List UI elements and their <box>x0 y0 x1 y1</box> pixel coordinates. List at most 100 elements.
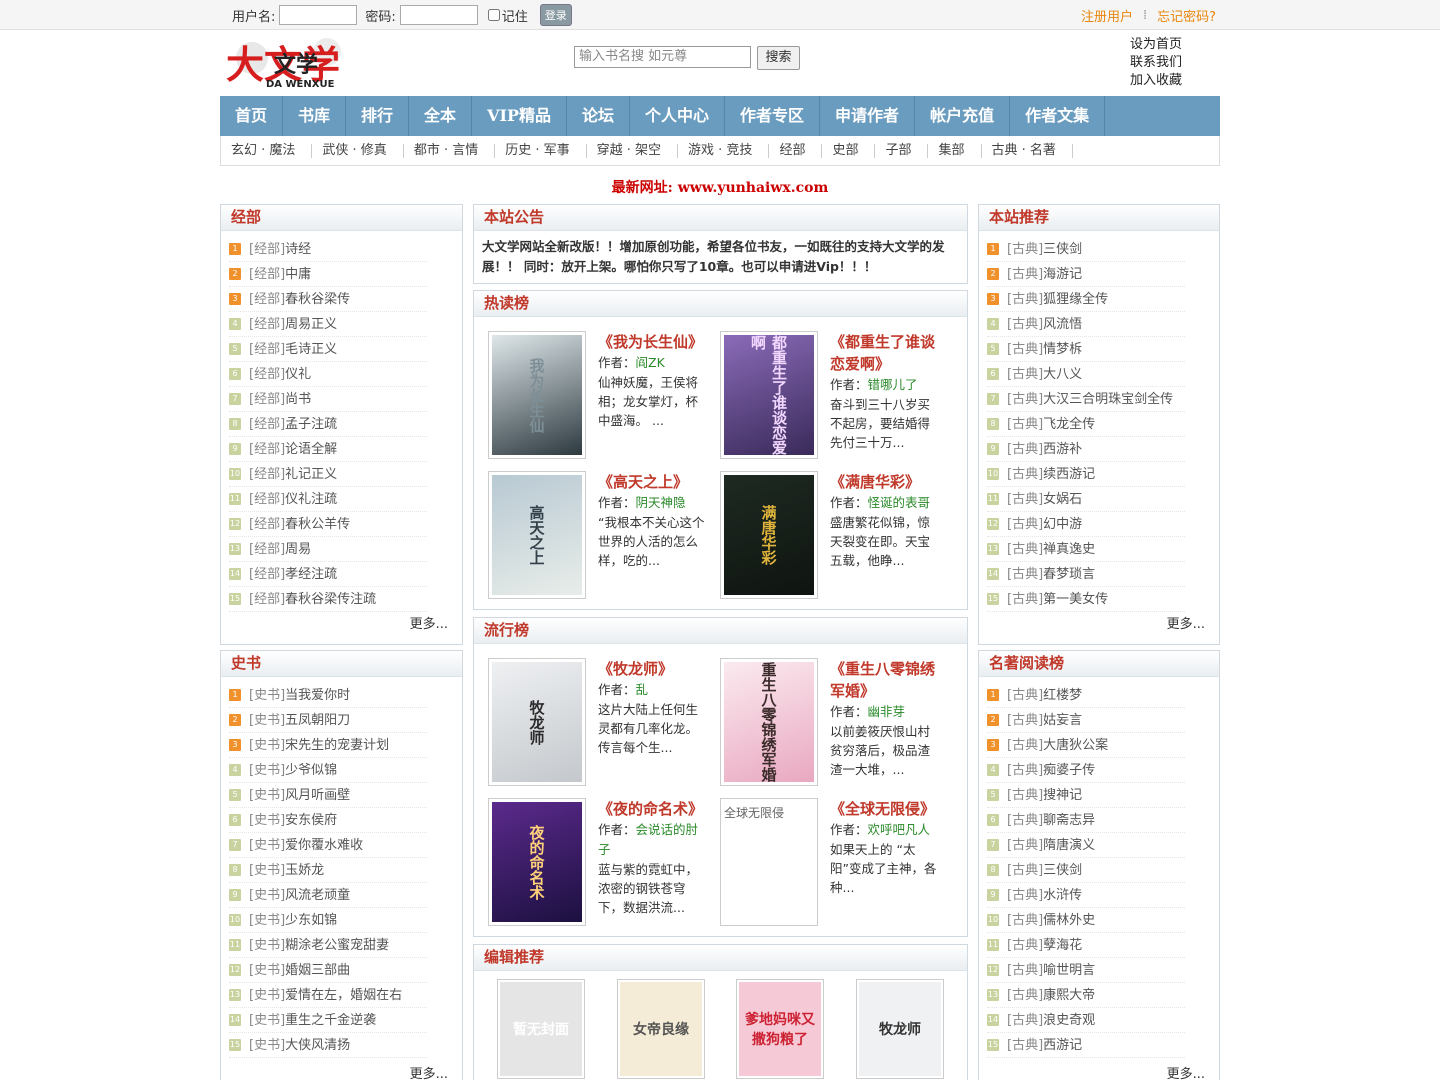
rank-list-item[interactable]: 7 [史书] 爱你覆水难收 <box>229 833 427 858</box>
rank-list-item[interactable]: 12 [古典] 喻世明言 <box>987 958 1185 983</box>
rank-list-item[interactable]: 14 [经部] 孝经注疏 <box>229 562 427 587</box>
book-author-link[interactable]: 乱 <box>636 682 649 697</box>
rank-list-item[interactable]: 13 [史书] 爱情在左，婚姻在右 <box>229 983 427 1008</box>
rank-book-title[interactable]: 少爷似锦 <box>285 758 337 783</box>
rank-book-title[interactable]: 风流老顽童 <box>285 883 350 908</box>
rank-list-item[interactable]: 5 [史书] 风月听画壁 <box>229 783 427 808</box>
login-button[interactable]: 登录 <box>539 4 572 26</box>
book-cover[interactable]: 牧龙师 <box>488 658 586 786</box>
rank-book-title[interactable]: 情梦柝 <box>1043 337 1082 362</box>
rank-list-item[interactable]: 4 [经部] 周易正义 <box>229 312 427 337</box>
rank-list-item[interactable]: 4 [史书] 少爷似锦 <box>229 758 427 783</box>
rank-list-item[interactable]: 14 [古典] 春梦琐言 <box>987 562 1185 587</box>
rank-list-item[interactable]: 2 [古典] 海游记 <box>987 262 1185 287</box>
register-link[interactable]: 注册用户 <box>1081 6 1133 25</box>
rank-list-item[interactable]: 12 [经部] 春秋公羊传 <box>229 512 427 537</box>
rank-book-title[interactable]: 风流悟 <box>1043 312 1082 337</box>
rank-book-title[interactable]: 春秋谷梁传注疏 <box>285 587 376 612</box>
rank-book-title[interactable]: 三侠剑 <box>1043 237 1082 262</box>
category-link[interactable]: 穿越 · 架空 <box>587 143 679 158</box>
rank-book-title[interactable]: 喻世明言 <box>1043 958 1095 983</box>
book-title-link[interactable]: 《全球无限侵》 <box>830 800 935 818</box>
rank-book-title[interactable]: 爱情在左，婚姻在右 <box>285 983 402 1008</box>
rank-list-item[interactable]: 5 [古典] 情梦柝 <box>987 337 1185 362</box>
rank-book-title[interactable]: 大汉三合明珠宝剑全传 <box>1043 387 1173 412</box>
rank-list-item[interactable]: 6 [古典] 大八义 <box>987 362 1185 387</box>
category-link[interactable]: 都市 · 言情 <box>404 143 496 158</box>
category-link[interactable]: 游戏 · 竞技 <box>678 143 770 158</box>
rank-list-item[interactable]: 12 [古典] 幻中游 <box>987 512 1185 537</box>
rank-list-item[interactable]: 13 [经部] 周易 <box>229 537 427 562</box>
rank-book-title[interactable]: 五凤朝阳刀 <box>285 708 350 733</box>
nav-author-zone[interactable]: 作者专区 <box>725 96 821 136</box>
book-author-link[interactable]: 欢呼吧凡人 <box>868 822 931 837</box>
rank-list-item[interactable]: 8 [古典] 三侠剑 <box>987 858 1185 883</box>
rank-book-title[interactable]: 女娲石 <box>1043 487 1082 512</box>
rank-book-title[interactable]: 红楼梦 <box>1043 683 1082 708</box>
rank-list-item[interactable]: 8 [史书] 玉娇龙 <box>229 858 427 883</box>
rank-list-item[interactable]: 8 [经部] 孟子注疏 <box>229 412 427 437</box>
category-link[interactable]: 经部 <box>769 143 823 158</box>
rank-book-title[interactable]: 三侠剑 <box>1043 858 1082 883</box>
rank-list-item[interactable]: 10 [经部] 礼记正义 <box>229 462 427 487</box>
set-homepage-link[interactable]: 设为首页 <box>1130 36 1182 54</box>
rank-book-title[interactable]: 隋唐演义 <box>1043 833 1095 858</box>
username-input[interactable] <box>279 5 358 25</box>
book-author-link[interactable]: 错哪儿了 <box>868 377 918 392</box>
rank-list-item[interactable]: 11 [经部] 仪礼注疏 <box>229 487 427 512</box>
rank-book-title[interactable]: 孝经注疏 <box>285 562 337 587</box>
rank-list-item[interactable]: 1 [古典] 三侠剑 <box>987 237 1185 262</box>
rank-list-item[interactable]: 9 [古典] 西游补 <box>987 437 1185 462</box>
rank-list-item[interactable]: 6 [经部] 仪礼 <box>229 362 427 387</box>
rank-book-title[interactable]: 姑妄言 <box>1043 708 1082 733</box>
rank-list-item[interactable]: 7 [经部] 尚书 <box>229 387 427 412</box>
rank-list-item[interactable]: 15 [古典] 第一美女传 <box>987 587 1185 612</box>
book-author-link[interactable]: 怪诞的表哥 <box>868 495 931 510</box>
search-button[interactable]: 搜索 <box>757 46 800 70</box>
category-link[interactable]: 史部 <box>822 143 876 158</box>
more-link[interactable]: 更多... <box>410 613 448 632</box>
rank-book-title[interactable]: 康熙大帝 <box>1043 983 1095 1008</box>
nav-user-center[interactable]: 个人中心 <box>630 96 726 136</box>
rank-list-item[interactable]: 7 [古典] 大汉三合明珠宝剑全传 <box>987 387 1185 412</box>
rank-list-item[interactable]: 12 [史书] 婚姻三部曲 <box>229 958 427 983</box>
book-cover[interactable]: 高天之上 <box>488 471 586 599</box>
rank-list-item[interactable]: 14 [史书] 重生之千金逆袭 <box>229 1008 427 1033</box>
forgot-password-link[interactable]: 忘记密码? <box>1157 6 1216 25</box>
book-title-link[interactable]: 《牧龙师》 <box>598 660 673 678</box>
rank-list-item[interactable]: 9 [经部] 论语全解 <box>229 437 427 462</box>
more-link[interactable]: 更多... <box>1167 613 1205 632</box>
rank-book-title[interactable]: 尚书 <box>285 387 311 412</box>
category-link[interactable]: 集部 <box>928 143 982 158</box>
rank-book-title[interactable]: 西游补 <box>1043 437 1082 462</box>
rank-list-item[interactable]: 5 [古典] 搜神记 <box>987 783 1185 808</box>
rank-book-title[interactable]: 中庸 <box>285 262 311 287</box>
search-input[interactable]: 输入书名搜 如元尊 <box>574 46 751 68</box>
bookmark-link[interactable]: 加入收藏 <box>1130 72 1182 90</box>
rank-list-item[interactable]: 15 [古典] 西游记 <box>987 1033 1185 1058</box>
rank-list-item[interactable]: 9 [史书] 风流老顽童 <box>229 883 427 908</box>
rank-book-title[interactable]: 狐狸缘全传 <box>1043 287 1108 312</box>
rank-list-item[interactable]: 3 [古典] 大唐狄公案 <box>987 733 1185 758</box>
nav-author-works[interactable]: 作者文集 <box>1010 96 1106 136</box>
site-logo[interactable]: 大文学 文学 DA WENXUE <box>222 38 348 90</box>
rank-book-title[interactable]: 毛诗正义 <box>285 337 337 362</box>
rank-book-title[interactable]: 当我爱你时 <box>285 683 350 708</box>
rank-book-title[interactable]: 痴婆子传 <box>1043 758 1095 783</box>
category-link[interactable]: 历史 · 军事 <box>495 143 587 158</box>
rank-book-title[interactable]: 聊斋志异 <box>1043 808 1095 833</box>
rank-list-item[interactable]: 6 [古典] 聊斋志异 <box>987 808 1185 833</box>
rank-list-item[interactable]: 9 [古典] 水浒传 <box>987 883 1185 908</box>
rank-list-item[interactable]: 7 [古典] 隋唐演义 <box>987 833 1185 858</box>
rank-book-title[interactable]: 春梦琐言 <box>1043 562 1095 587</box>
rank-book-title[interactable]: 婚姻三部曲 <box>285 958 350 983</box>
rank-list-item[interactable]: 11 [古典] 孽海花 <box>987 933 1185 958</box>
rank-list-item[interactable]: 2 [经部] 中庸 <box>229 262 427 287</box>
rank-list-item[interactable]: 4 [古典] 风流悟 <box>987 312 1185 337</box>
rank-book-title[interactable]: 安东侯府 <box>285 808 337 833</box>
rank-book-title[interactable]: 风月听画壁 <box>285 783 350 808</box>
category-link[interactable]: 古典 · 名著 <box>982 143 1073 158</box>
rank-book-title[interactable]: 春秋谷梁传 <box>285 287 350 312</box>
rank-list-item[interactable]: 13 [古典] 禅真逸史 <box>987 537 1185 562</box>
rank-list-item[interactable]: 8 [古典] 飞龙全传 <box>987 412 1185 437</box>
